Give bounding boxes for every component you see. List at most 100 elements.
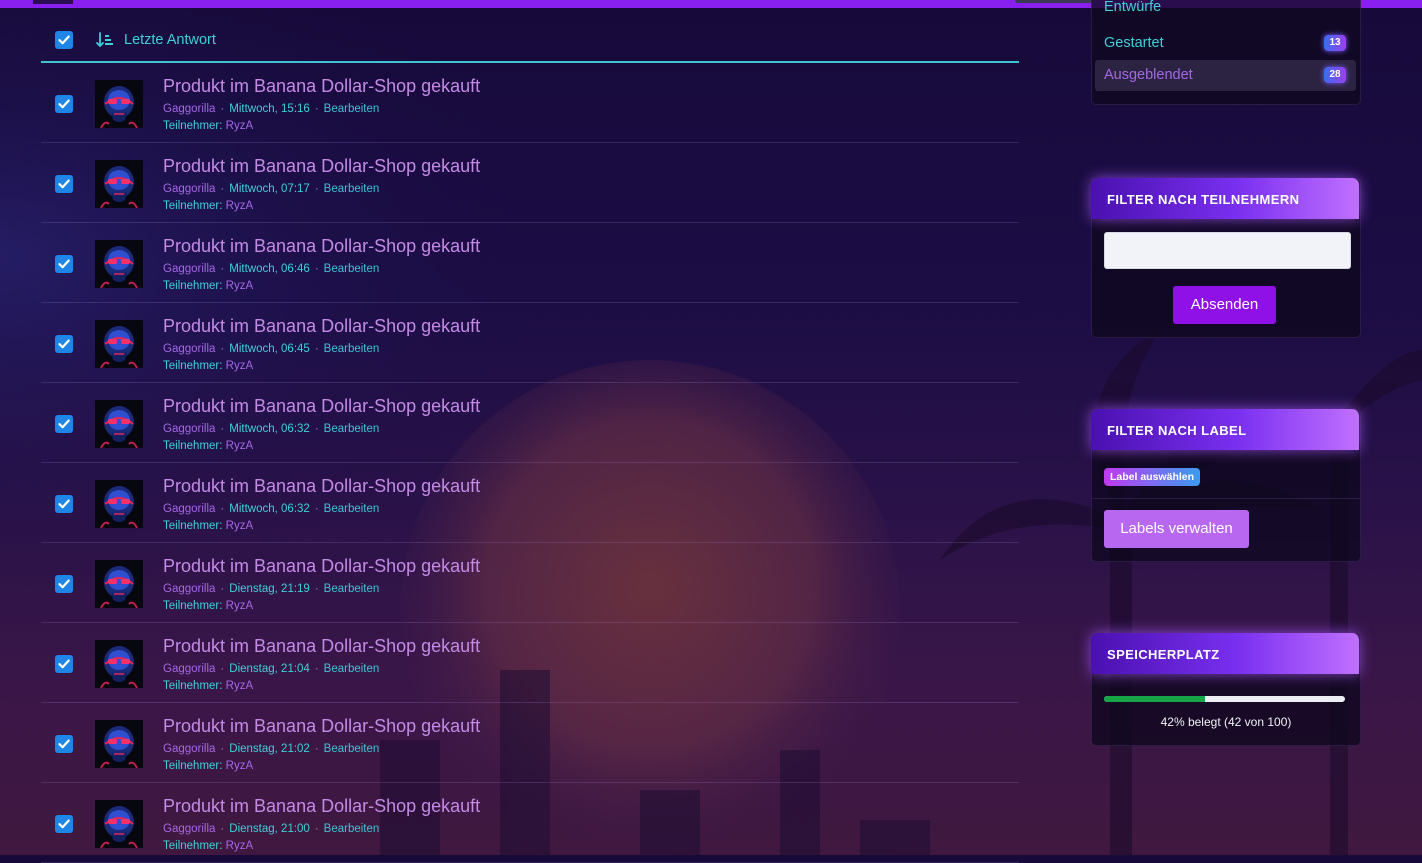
participant-input[interactable] bbox=[1104, 232, 1351, 269]
conversation-row[interactable]: Produkt im Banana Dollar-Shop gekauft Ga… bbox=[41, 303, 1019, 383]
conversation-row[interactable]: Produkt im Banana Dollar-Shop gekauft Ga… bbox=[41, 783, 1019, 863]
author-link[interactable]: Gaggorilla bbox=[163, 503, 215, 515]
row-checkbox[interactable] bbox=[55, 815, 73, 833]
participant-link[interactable]: RyzA bbox=[226, 120, 253, 132]
date-link[interactable]: Mittwoch, 07:17 bbox=[229, 183, 310, 195]
avatar[interactable] bbox=[95, 560, 143, 608]
conversation-title[interactable]: Produkt im Banana Dollar-Shop gekauft bbox=[163, 236, 480, 257]
edit-link[interactable]: Bearbeiten bbox=[324, 183, 380, 195]
date-link[interactable]: Dienstag, 21:19 bbox=[229, 583, 310, 595]
edit-link[interactable]: Bearbeiten bbox=[324, 823, 380, 835]
edit-link[interactable]: Bearbeiten bbox=[324, 423, 380, 435]
storage-progress-fill bbox=[1104, 696, 1206, 702]
edit-link[interactable]: Bearbeiten bbox=[324, 743, 380, 755]
edit-link[interactable]: Bearbeiten bbox=[324, 263, 380, 275]
row-checkbox[interactable] bbox=[55, 575, 73, 593]
conversation-title[interactable]: Produkt im Banana Dollar-Shop gekauft bbox=[163, 716, 480, 737]
row-checkbox[interactable] bbox=[55, 495, 73, 513]
author-link[interactable]: Gaggorilla bbox=[163, 823, 215, 835]
date-link[interactable]: Mittwoch, 06:45 bbox=[229, 343, 310, 355]
edit-link[interactable]: Bearbeiten bbox=[324, 343, 380, 355]
row-checkbox[interactable] bbox=[55, 95, 73, 113]
select-all-checkbox[interactable] bbox=[55, 31, 73, 49]
conversation-title[interactable]: Produkt im Banana Dollar-Shop gekauft bbox=[163, 796, 480, 817]
date-link[interactable]: Mittwoch, 06:46 bbox=[229, 263, 310, 275]
author-link[interactable]: Gaggorilla bbox=[163, 423, 215, 435]
conversation-title[interactable]: Produkt im Banana Dollar-Shop gekauft bbox=[163, 316, 480, 337]
nav-tab-stub[interactable] bbox=[33, 0, 73, 4]
date-link[interactable]: Mittwoch, 15:16 bbox=[229, 103, 310, 115]
participant-link[interactable]: RyzA bbox=[226, 440, 253, 452]
participant-link[interactable]: RyzA bbox=[226, 280, 253, 292]
row-checkbox[interactable] bbox=[55, 415, 73, 433]
sort-descending-icon[interactable] bbox=[96, 32, 114, 48]
edit-link[interactable]: Bearbeiten bbox=[324, 663, 380, 675]
participant-link[interactable]: RyzA bbox=[226, 840, 253, 852]
conversation-row[interactable]: Produkt im Banana Dollar-Shop gekauft Ga… bbox=[41, 623, 1019, 703]
row-checkbox[interactable] bbox=[55, 655, 73, 673]
avatar[interactable] bbox=[95, 240, 143, 288]
select-label-chip[interactable]: Label auswählen bbox=[1104, 468, 1201, 486]
participant-link[interactable]: RyzA bbox=[226, 520, 253, 532]
conversation-row[interactable]: Produkt im Banana Dollar-Shop gekauft Ga… bbox=[41, 223, 1019, 303]
avatar[interactable] bbox=[95, 480, 143, 528]
participant-link[interactable]: RyzA bbox=[226, 680, 253, 692]
conversation-title[interactable]: Produkt im Banana Dollar-Shop gekauft bbox=[163, 76, 480, 97]
conversation-row[interactable]: Produkt im Banana Dollar-Shop gekauft Ga… bbox=[41, 143, 1019, 223]
conversation-title[interactable]: Produkt im Banana Dollar-Shop gekauft bbox=[163, 556, 480, 577]
conversation-title[interactable]: Produkt im Banana Dollar-Shop gekauft bbox=[163, 156, 480, 177]
separator-dot: · bbox=[314, 823, 319, 835]
author-link[interactable]: Gaggorilla bbox=[163, 663, 215, 675]
author-link[interactable]: Gaggorilla bbox=[163, 103, 215, 115]
date-link[interactable]: Mittwoch, 06:32 bbox=[229, 423, 310, 435]
avatar[interactable] bbox=[95, 80, 143, 128]
author-link[interactable]: Gaggorilla bbox=[163, 343, 215, 355]
row-checkbox[interactable] bbox=[55, 335, 73, 353]
author-link[interactable]: Gaggorilla bbox=[163, 743, 215, 755]
conversation-row[interactable]: Produkt im Banana Dollar-Shop gekauft Ga… bbox=[41, 543, 1019, 623]
participant-link[interactable]: RyzA bbox=[226, 760, 253, 772]
date-link[interactable]: Mittwoch, 06:32 bbox=[229, 503, 310, 515]
participant-link[interactable]: RyzA bbox=[226, 200, 253, 212]
row-checkbox[interactable] bbox=[55, 175, 73, 193]
avatar[interactable] bbox=[95, 720, 143, 768]
author-link[interactable]: Gaggorilla bbox=[163, 183, 215, 195]
author-link[interactable]: Gaggorilla bbox=[163, 583, 215, 595]
participant-link[interactable]: RyzA bbox=[226, 360, 253, 372]
avatar[interactable] bbox=[95, 160, 143, 208]
author-link[interactable]: Gaggorilla bbox=[163, 263, 215, 275]
conversation-title[interactable]: Produkt im Banana Dollar-Shop gekauft bbox=[163, 476, 480, 497]
nav-button-stub[interactable] bbox=[1015, 0, 1093, 3]
avatar[interactable] bbox=[95, 400, 143, 448]
edit-link[interactable]: Bearbeiten bbox=[324, 583, 380, 595]
edit-link[interactable]: Bearbeiten bbox=[324, 103, 380, 115]
row-checkbox[interactable] bbox=[55, 735, 73, 753]
submit-button[interactable]: Absenden bbox=[1173, 286, 1276, 324]
avatar[interactable] bbox=[95, 800, 143, 848]
status-item-hidden[interactable]: Ausgeblendet 28 bbox=[1095, 60, 1356, 91]
conversation-row[interactable]: Produkt im Banana Dollar-Shop gekauft Ga… bbox=[41, 703, 1019, 783]
gorilla-avatar-icon bbox=[95, 80, 143, 128]
conversation-row[interactable]: Produkt im Banana Dollar-Shop gekauft Ga… bbox=[41, 383, 1019, 463]
status-item-drafts[interactable]: Entwürfe bbox=[1095, 0, 1356, 26]
sort-label[interactable]: Letzte Antwort bbox=[124, 32, 216, 48]
row-checkbox[interactable] bbox=[55, 255, 73, 273]
conversation-meta: Gaggorilla · Mittwoch, 15:16 · Bearbeiten bbox=[163, 103, 379, 115]
conversation-row[interactable]: Produkt im Banana Dollar-Shop gekauft Ga… bbox=[41, 63, 1019, 143]
edit-link[interactable]: Bearbeiten bbox=[324, 503, 380, 515]
manage-labels-button[interactable]: Labels verwalten bbox=[1104, 510, 1249, 548]
date-link[interactable]: Dienstag, 21:00 bbox=[229, 823, 310, 835]
date-link[interactable]: Dienstag, 21:04 bbox=[229, 663, 310, 675]
conversation-row[interactable]: Produkt im Banana Dollar-Shop gekauft Ga… bbox=[41, 463, 1019, 543]
conversation-meta: Gaggorilla · Dienstag, 21:19 · Bearbeiten bbox=[163, 583, 379, 595]
date-link[interactable]: Dienstag, 21:02 bbox=[229, 743, 310, 755]
avatar[interactable] bbox=[95, 320, 143, 368]
conversation-title[interactable]: Produkt im Banana Dollar-Shop gekauft bbox=[163, 636, 480, 657]
participant-link[interactable]: RyzA bbox=[226, 600, 253, 612]
gorilla-avatar-icon bbox=[95, 640, 143, 688]
participants-line: Teilnehmer: RyzA bbox=[163, 120, 253, 132]
status-item-started[interactable]: Gestartet 13 bbox=[1095, 28, 1356, 59]
conversation-title[interactable]: Produkt im Banana Dollar-Shop gekauft bbox=[163, 396, 480, 417]
avatar[interactable] bbox=[95, 640, 143, 688]
participants-line: Teilnehmer: RyzA bbox=[163, 600, 253, 612]
